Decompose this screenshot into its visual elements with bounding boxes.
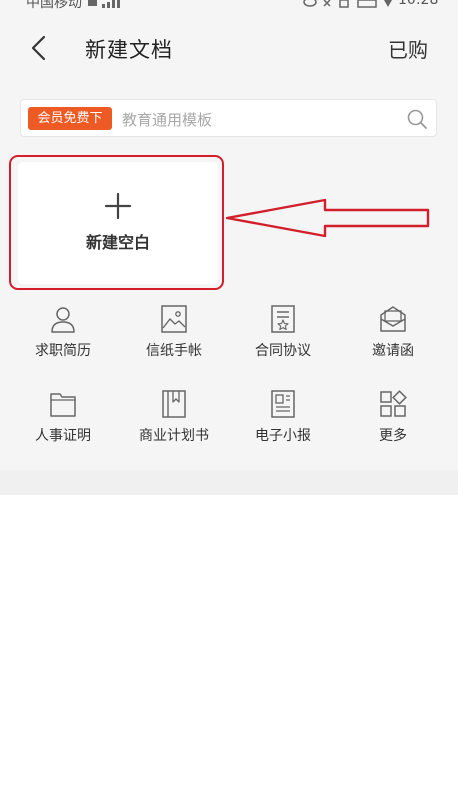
vip-free-badge[interactable]: 会员免费下 (28, 107, 112, 130)
tile-label: 更多 (379, 428, 407, 444)
grid-more-icon (380, 390, 407, 417)
tile-label: 求职简历 (35, 343, 91, 359)
status-bar: 中国移动 10:28 (0, 0, 458, 14)
search-placeholder: 教育通用模板 (122, 111, 213, 129)
template-resume[interactable]: 求职简历 (6, 304, 120, 376)
search-bar[interactable]: 会员免费下 教育通用模板 (20, 99, 437, 137)
envelope-icon (380, 306, 406, 332)
chevron-left-icon[interactable] (22, 32, 54, 64)
tile-label: 邀请函 (372, 343, 414, 359)
template-invitation[interactable]: 邀请函 (336, 304, 450, 376)
search-icon[interactable] (406, 108, 428, 130)
purchased-button[interactable]: 已购 (388, 34, 428, 63)
tile-label: 合同协议 (255, 343, 311, 359)
template-letter-paper[interactable]: 信纸手帐 (117, 304, 231, 376)
new-blank-label: 新建空白 (85, 233, 150, 252)
tile-label: 信纸手帐 (146, 343, 202, 359)
template-e-newsletter[interactable]: 电子小报 (226, 389, 340, 461)
template-more[interactable]: 更多 (336, 389, 450, 461)
section-separator (0, 470, 458, 495)
template-contract[interactable]: 合同协议 (226, 304, 340, 376)
clock: 10:28 (398, 0, 439, 8)
template-hr-certificate[interactable]: 人事证明 (6, 389, 120, 461)
system-status-icons (303, 0, 392, 8)
picture-icon (161, 305, 187, 333)
new-blank-button[interactable]: 新建空白 (18, 162, 218, 284)
tile-label: 人事证明 (35, 428, 91, 444)
template-business-plan[interactable]: 商业计划书 (117, 389, 231, 461)
person-icon (51, 307, 75, 333)
carrier-name: 中国移动 (26, 0, 82, 11)
book-icon (162, 390, 186, 418)
newspaper-icon (271, 390, 295, 418)
contract-icon (271, 305, 295, 333)
folder-icon (50, 393, 76, 417)
header: 新建文档 已购 (0, 14, 458, 82)
page-title: 新建文档 (85, 38, 173, 62)
tile-label: 电子小报 (255, 428, 311, 444)
plus-icon (104, 192, 132, 220)
tile-label: 商业计划书 (139, 428, 209, 444)
signal-icon (88, 0, 120, 8)
